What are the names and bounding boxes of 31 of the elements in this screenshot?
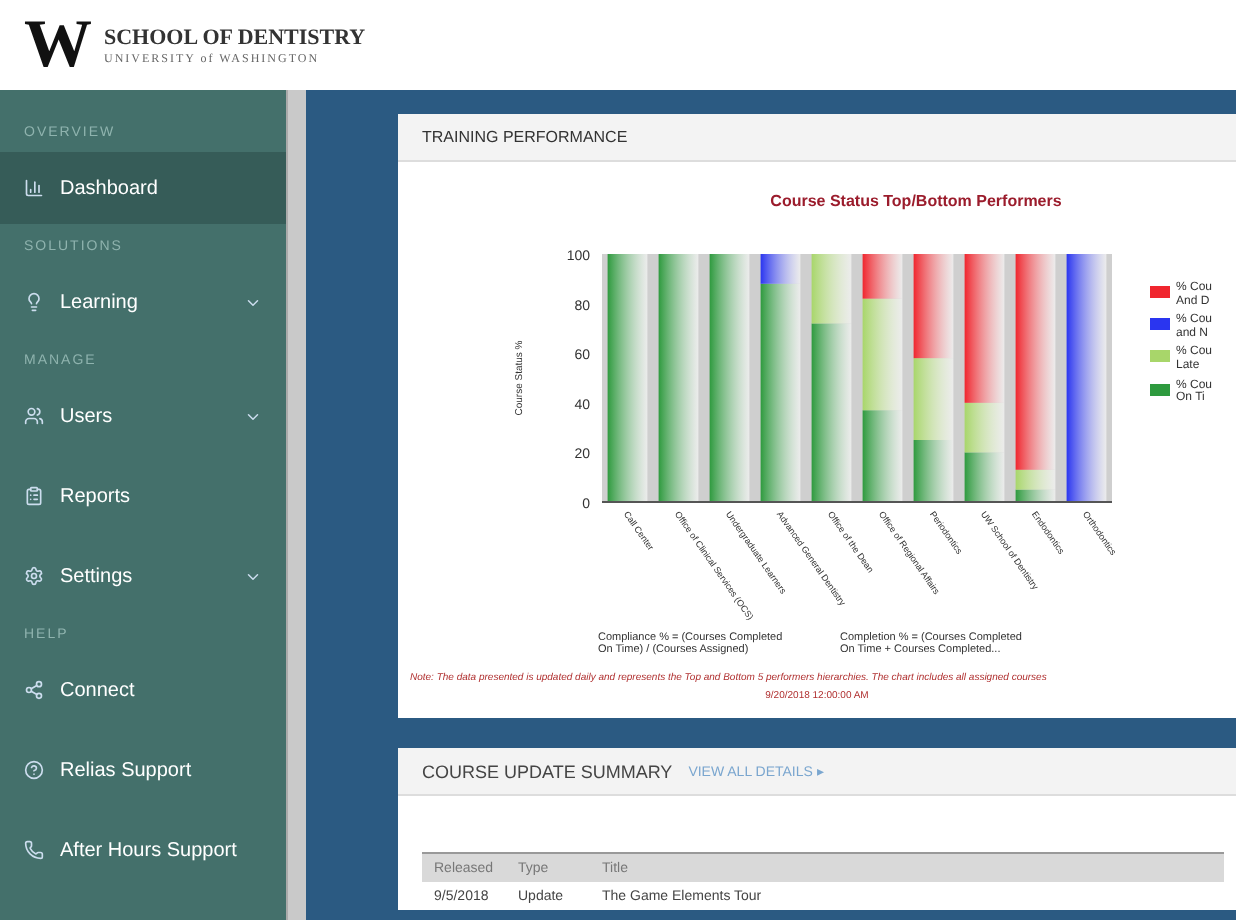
legend-swatch: [1150, 318, 1170, 331]
settings-icon: [24, 566, 44, 586]
sidebar-item[interactable]: Reports: [0, 460, 286, 532]
panel-title: TRAINING PERFORMANCE: [422, 128, 628, 146]
help-icon: [24, 760, 44, 780]
chart-title: Course Status Top/Bottom Performers: [770, 192, 1062, 210]
lightbulb-icon: [24, 292, 44, 312]
sidebar-item[interactable]: Relias Support: [0, 734, 286, 806]
bar-chart-icon: [24, 178, 44, 198]
bar-segment: [964, 452, 1005, 502]
sidebar-item[interactable]: After Hours Support: [0, 814, 286, 886]
sidebar-item[interactable]: Users: [0, 380, 286, 452]
bar-segment: [913, 358, 954, 440]
sidebar-item[interactable]: Dashboard: [0, 152, 286, 224]
legend-swatch: [1150, 350, 1170, 363]
share-icon: [24, 680, 44, 700]
logo-letter: W: [24, 7, 88, 83]
legend-swatch: [1150, 286, 1170, 298]
legend-swatch: [1150, 383, 1170, 396]
phone-icon: [24, 840, 44, 860]
sidebar-item[interactable]: Connect: [0, 654, 286, 726]
panel-title: COURSE UPDATE SUMMARY: [422, 761, 673, 781]
clipboard-icon: [24, 486, 44, 506]
scrollbar[interactable]: [286, 90, 306, 920]
school-name: SCHOOL OF DENTISTRY: [104, 25, 366, 49]
sidebar-item[interactable]: Settings: [0, 540, 286, 612]
bar-segment: [862, 410, 903, 502]
bar-segment: [913, 440, 954, 502]
users-icon: [24, 406, 44, 426]
bar-segment: [913, 254, 954, 359]
sidebar-item[interactable]: Learning: [0, 266, 286, 338]
